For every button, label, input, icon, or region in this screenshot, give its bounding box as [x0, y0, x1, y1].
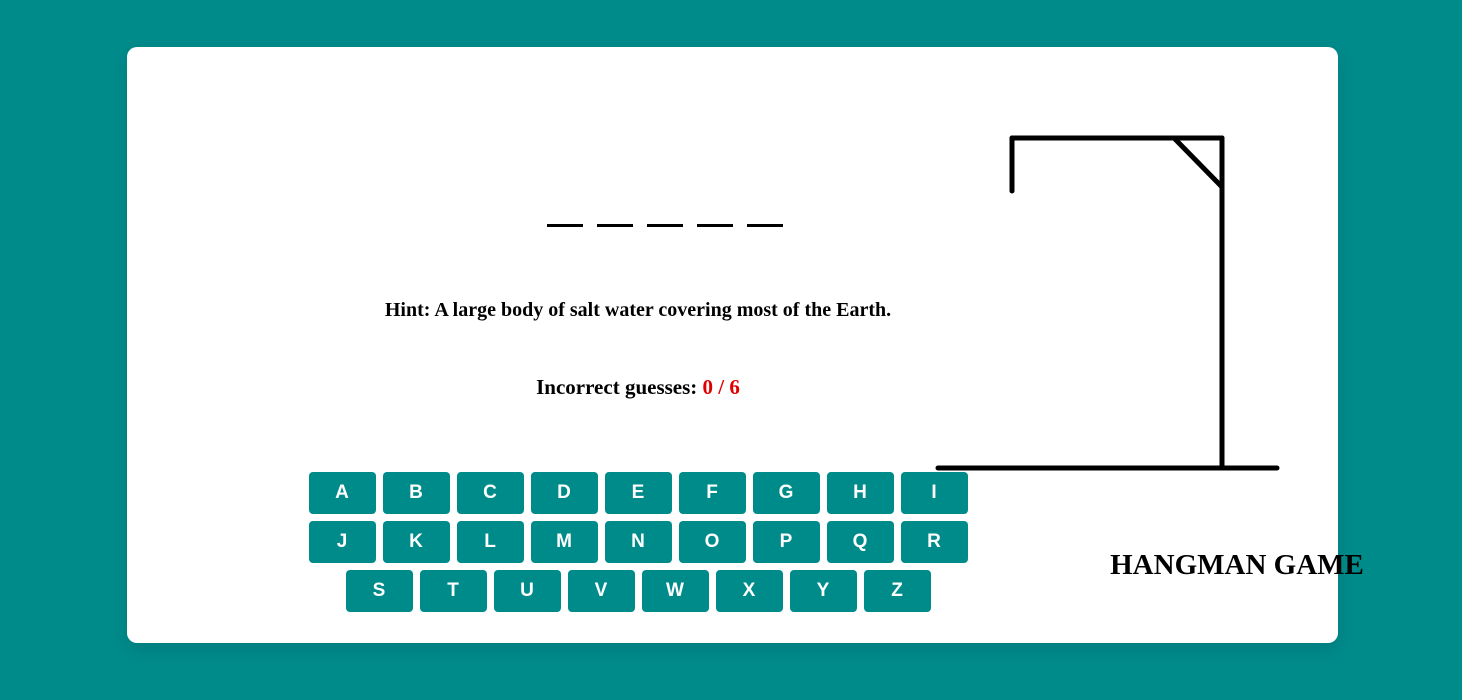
gallows-brace: [1171, 135, 1225, 190]
game-title: HANGMAN GAME: [1110, 549, 1364, 581]
game-card: Hint: A large body of salt water coverin…: [127, 47, 1364, 643]
